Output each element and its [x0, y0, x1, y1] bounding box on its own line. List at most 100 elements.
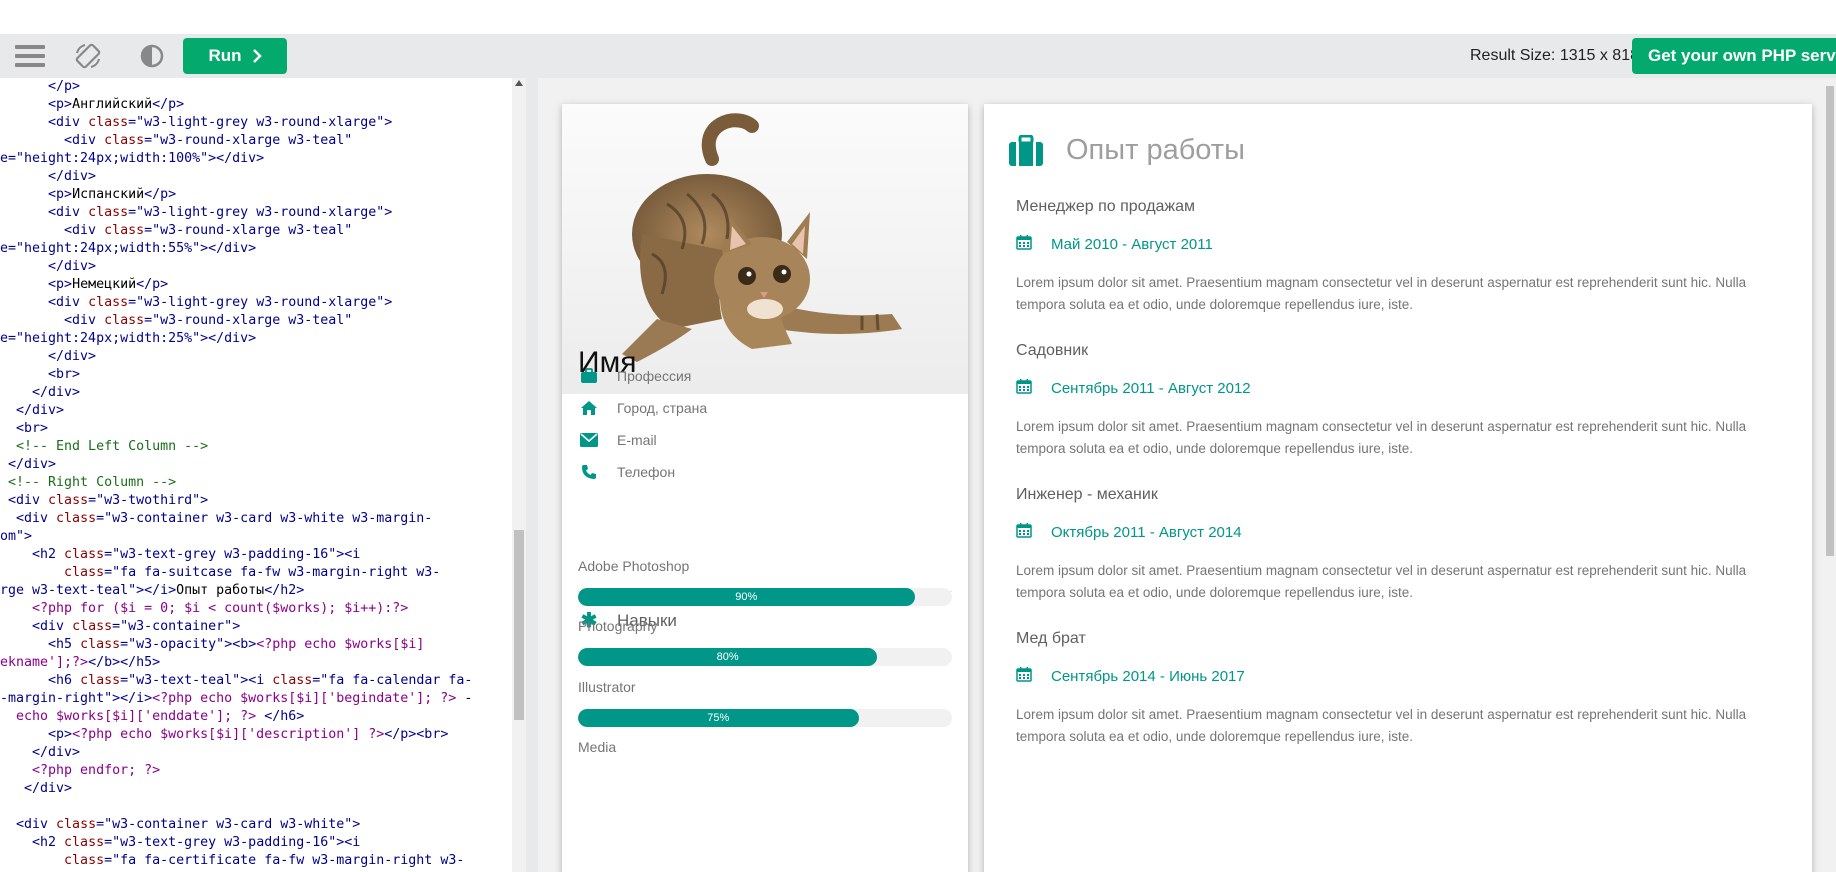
code-line[interactable]: </div> — [0, 258, 472, 276]
code-token: = — [104, 547, 113, 562]
get-php-server-button[interactable]: Get your own PHP server — [1632, 38, 1836, 74]
code-line[interactable]: <div class="w3-twothird"> — [0, 492, 472, 510]
code-line[interactable]: -margin-right"></i><?php echo $works[$i]… — [0, 690, 472, 708]
code-token: "w3-light-grey w3-round-xlarge" — [136, 115, 385, 130]
result-scrollbar[interactable] — [1824, 78, 1836, 872]
code-line[interactable]: e="height:24px;width:100%"></div> — [0, 150, 472, 168]
code-line[interactable]: <p>Немецкий</p> — [0, 276, 472, 294]
code-line[interactable]: ekname'];?></b></h5> — [0, 654, 472, 672]
code-token: <h5 — [0, 637, 81, 652]
code-token: ><i — [336, 835, 361, 850]
code-line[interactable]: <?php for ($i = 0; $i < count($works); $… — [0, 600, 472, 618]
code-token: Опыт работы — [176, 583, 265, 598]
code-line[interactable]: <p>Испанский</p> — [0, 186, 472, 204]
phone-row: Телефон — [578, 460, 675, 484]
code-token: ekname'];?> — [0, 655, 89, 670]
code-token: "w3-text-teal" — [128, 673, 241, 688]
job-description: Lorem ipsum dolor sit amet. Praesentium … — [1016, 275, 1747, 312]
code-line[interactable]: class="fa fa-certificate fa-fw w3-margin… — [0, 852, 472, 870]
code-token: class — [80, 673, 121, 688]
code-line[interactable]: <div class="w3-container"> — [0, 618, 472, 636]
code-line[interactable]: <br> — [0, 420, 472, 438]
home-icon — [578, 398, 600, 418]
code-token: > — [384, 205, 393, 220]
code-token: class — [88, 295, 129, 310]
result-scroll-thumb[interactable] — [1826, 86, 1834, 556]
code-line[interactable]: <div class="w3-container w3-card w3-whit… — [0, 816, 472, 834]
code-lines[interactable]: </p> <p>Английский</p> <div class="w3-li… — [0, 78, 472, 870]
code-token: </b></h5> — [88, 655, 161, 670]
code-line[interactable] — [0, 798, 472, 816]
result-size: Result Size: 1315 x 818 — [1470, 47, 1639, 64]
code-line[interactable]: <h5 class="w3-opacity"><b><?php echo $wo… — [0, 636, 472, 654]
code-token: = — [144, 133, 153, 148]
scroll-up-arrow-icon[interactable] — [515, 80, 523, 86]
code-line[interactable]: <h6 class="w3-text-teal"><i class="fa fa… — [0, 672, 472, 690]
code-token: Английский — [72, 97, 153, 112]
code-line[interactable]: <div class="w3-round-xlarge w3-teal" — [0, 222, 472, 240]
menu-icon[interactable] — [10, 34, 50, 78]
code-token: <div — [0, 223, 105, 238]
code-line[interactable]: <?php endfor; ?> — [0, 762, 472, 780]
code-line[interactable]: <div class="w3-round-xlarge w3-teal" — [0, 312, 472, 330]
phone-icon — [578, 462, 600, 482]
editor-scrollbar[interactable] — [512, 78, 526, 872]
code-line[interactable]: <div class="w3-container w3-card w3-whit… — [0, 510, 472, 528]
code-token: </p> — [136, 277, 169, 292]
code-line[interactable]: <div class="w3-light-grey w3-round-xlarg… — [0, 204, 472, 222]
code-token: = — [128, 205, 137, 220]
code-token: "w3-text-grey w3-padding-16" — [112, 835, 337, 850]
code-editor[interactable]: </p> <p>Английский</p> <div class="w3-li… — [0, 78, 512, 872]
code-token: class — [272, 673, 313, 688]
skill-label: Media — [578, 739, 617, 755]
job-title: Менеджер по продажам — [1016, 198, 1196, 215]
code-token: class — [88, 205, 129, 220]
code-token: = — [144, 223, 153, 238]
code-line[interactable]: </div> — [0, 744, 472, 762]
code-line[interactable]: </div> — [0, 384, 472, 402]
phone-text: Телефон — [617, 464, 676, 480]
code-line[interactable]: </div> — [0, 780, 472, 798]
code-line[interactable]: <!-- End Left Column --> — [0, 438, 472, 456]
code-token: class — [80, 637, 121, 652]
profile-photo: Имя — [562, 104, 968, 394]
code-line[interactable]: e="height:24px;width:55%"></div> — [0, 240, 472, 258]
code-line[interactable]: </p> — [0, 78, 472, 96]
contrast-icon[interactable] — [132, 34, 172, 78]
code-line[interactable]: <div class="w3-round-xlarge w3-teal" — [0, 132, 472, 150]
pane-divider[interactable] — [526, 78, 538, 872]
code-line[interactable]: <div class="w3-light-grey w3-round-xlarg… — [0, 294, 472, 312]
skill-bar: 90% — [578, 588, 952, 606]
top-band — [0, 0, 1836, 34]
code-line[interactable]: rge w3-text-teal"></i>Опыт работы</h2> — [0, 582, 472, 600]
code-line[interactable]: e="height:24px;width:25%"></div> — [0, 330, 472, 348]
rotate-icon[interactable] — [68, 34, 108, 78]
code-line[interactable]: <h2 class="w3-text-grey w3-padding-16"><… — [0, 546, 472, 564]
code-token: <?php endfor; ?> — [0, 763, 161, 778]
code-line[interactable]: </div> — [0, 168, 472, 186]
job-date: Сентябрь 2014 - Июнь 2017 — [1016, 666, 1776, 686]
code-line[interactable]: om"> — [0, 528, 472, 546]
code-line[interactable]: echo $works[$i]['enddate']; ?> </h6> — [0, 708, 472, 726]
result-pane: Имя Профессия Город, страна E-mail Телеф… — [538, 78, 1836, 872]
code-token: "w3-container w3-card w3-white" — [104, 817, 353, 832]
code-token: <p> — [0, 187, 73, 202]
code-line[interactable]: <h2 class="w3-text-grey w3-padding-16"><… — [0, 834, 472, 852]
code-token: <?php echo $works[$i] — [256, 637, 425, 652]
code-line[interactable]: </div> — [0, 402, 472, 420]
code-line[interactable]: </div> — [0, 456, 472, 474]
code-line[interactable]: <br> — [0, 366, 472, 384]
envelope-icon — [578, 430, 600, 450]
job-date: Сентябрь 2011 - Август 2012 — [1016, 378, 1776, 398]
calendar-icon — [1016, 522, 1034, 542]
code-line[interactable]: class="fa fa-suitcase fa-fw w3-margin-ri… — [0, 564, 472, 582]
code-line[interactable]: <p>Английский</p> — [0, 96, 472, 114]
code-token: = — [144, 313, 153, 328]
run-button[interactable]: Run — [183, 38, 287, 74]
code-line[interactable]: <div class="w3-light-grey w3-round-xlarg… — [0, 114, 472, 132]
code-line[interactable]: <p><?php echo $works[$i]['description'] … — [0, 726, 472, 744]
code-line[interactable]: </div> — [0, 348, 472, 366]
code-line[interactable]: <!-- Right Column --> — [0, 474, 472, 492]
editor-scroll-thumb[interactable] — [514, 530, 524, 720]
